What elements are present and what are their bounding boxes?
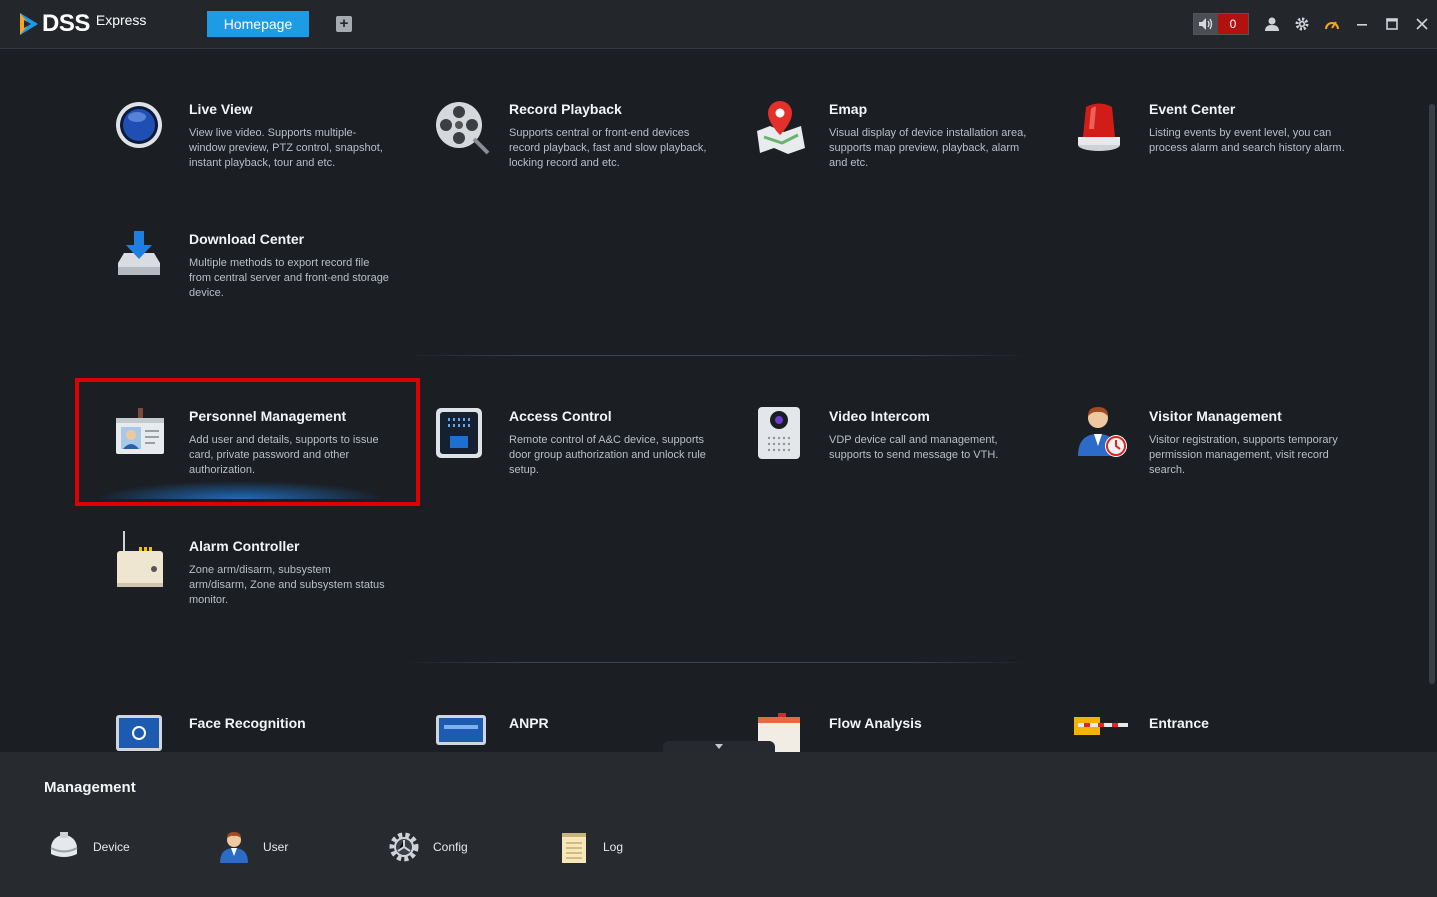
chevron-down-icon[interactable] [715, 744, 723, 749]
tile-event-center[interactable]: Event Center Listing events by event lev… [1040, 99, 1360, 209]
management-item-user[interactable]: User [217, 830, 288, 864]
tile-live-view[interactable]: Live View View live video. Supports mult… [80, 99, 400, 209]
intercom-icon [758, 407, 800, 459]
alarm-light-icon [1078, 103, 1120, 151]
tab-homepage[interactable]: Homepage [207, 11, 309, 37]
tile-record-playback[interactable]: Record Playback Supports central or fron… [400, 99, 720, 209]
gear-icon[interactable] [1287, 11, 1317, 37]
tile-title: Record Playback [509, 101, 622, 117]
tile-description: Zone arm/disarm, subsystem arm/disarm, Z… [189, 564, 385, 606]
management-item-log[interactable]: Log [557, 830, 623, 864]
management-item-config[interactable]: Config [387, 830, 468, 864]
selection-highlight [75, 378, 420, 506]
management-item-device[interactable]: Device [47, 830, 130, 864]
logo-subtitle: Express [95, 12, 147, 28]
tile-description: Supports central or front-end devices re… [509, 127, 707, 169]
user-icon[interactable] [1257, 11, 1287, 37]
dss-logo-icon [20, 13, 38, 35]
homepage-content: Live View View live video. Supports mult… [0, 49, 1437, 752]
tile-description: Visual display of device installation ar… [829, 127, 1027, 169]
management-item-label: User [263, 840, 289, 854]
film-reel-icon [436, 102, 490, 155]
tile-description: Listing events by event level, you can p… [1149, 127, 1345, 154]
tile-description: Visitor registration, supports temporary… [1149, 434, 1338, 476]
maximize-icon[interactable] [1377, 11, 1407, 37]
device-icon [50, 832, 78, 857]
vertical-scrollbar[interactable] [1429, 104, 1435, 684]
management-item-label: Device [93, 840, 130, 854]
section-divider [405, 662, 1030, 663]
close-icon[interactable] [1407, 11, 1437, 37]
tile-emap[interactable]: Emap Visual display of device installati… [720, 99, 1040, 209]
management-panel: Management Device User Config Log [0, 752, 1437, 897]
app-logo: DSS Express [18, 8, 146, 40]
tile-title: Live View [189, 101, 253, 117]
tile-title: Face Recognition [189, 715, 306, 731]
tile-title: Event Center [1149, 101, 1236, 117]
speaker-icon[interactable] [1194, 14, 1218, 34]
tile-description: Multiple methods to export record file f… [189, 257, 389, 299]
management-item-label: Log [603, 840, 624, 854]
alarm-count-badge[interactable]: 0 [1218, 14, 1248, 34]
log-notepad-icon [562, 833, 586, 863]
alarm-indicator[interactable]: 0 [1193, 13, 1249, 35]
section-divider [405, 355, 1030, 356]
management-item-label: Config [433, 840, 468, 854]
alarm-controller-icon [117, 531, 163, 587]
face-recognition-icon [116, 715, 162, 751]
tile-entrance[interactable]: Entrance [1040, 713, 1360, 752]
tile-alarm-controller[interactable]: Alarm Controller Zone arm/disarm, subsys… [80, 531, 400, 646]
tile-visitor-management[interactable]: Visitor Management Visitor registration,… [1040, 406, 1360, 516]
live-view-icon [116, 102, 162, 148]
system-toolbar: 0 [1193, 11, 1437, 37]
tile-title: Emap [829, 101, 868, 117]
config-gear-icon [389, 832, 419, 862]
tile-title: Entrance [1149, 715, 1209, 731]
management-title: Management [44, 779, 136, 796]
title-bar: DSS Express Homepage + 0 [0, 0, 1437, 49]
tile-description: Remote control of A&C device, supports d… [509, 434, 706, 476]
tile-description: VDP device call and management, supports… [829, 434, 999, 461]
access-panel-icon [436, 408, 482, 458]
tile-title: Flow Analysis [829, 715, 922, 731]
add-tab-button[interactable]: + [336, 16, 352, 32]
tile-face-recognition[interactable]: Face Recognition [80, 713, 400, 752]
user-avatar-icon [220, 832, 248, 863]
tile-video-intercom[interactable]: Video Intercom VDP device call and manag… [720, 406, 1040, 516]
tile-title: Visitor Management [1149, 408, 1282, 424]
tile-title: Access Control [509, 408, 612, 424]
download-icon [118, 231, 160, 275]
tile-title: Download Center [189, 231, 305, 247]
minimize-icon[interactable] [1347, 11, 1377, 37]
tile-access-control[interactable]: Access Control Remote control of A&C dev… [400, 406, 720, 516]
entrance-icon [1074, 717, 1128, 735]
tile-title: ANPR [509, 715, 549, 731]
anpr-icon [436, 715, 486, 745]
tile-description: View live video. Supports multiple-windo… [189, 127, 383, 169]
map-pin-icon [757, 101, 805, 154]
speedometer-icon[interactable] [1317, 11, 1347, 37]
logo-text: DSS [42, 10, 90, 37]
tile-title: Video Intercom [829, 408, 930, 424]
visitor-icon [1078, 407, 1127, 457]
tile-title: Alarm Controller [189, 538, 300, 554]
tile-download-center[interactable]: Download Center Multiple methods to expo… [80, 229, 400, 339]
